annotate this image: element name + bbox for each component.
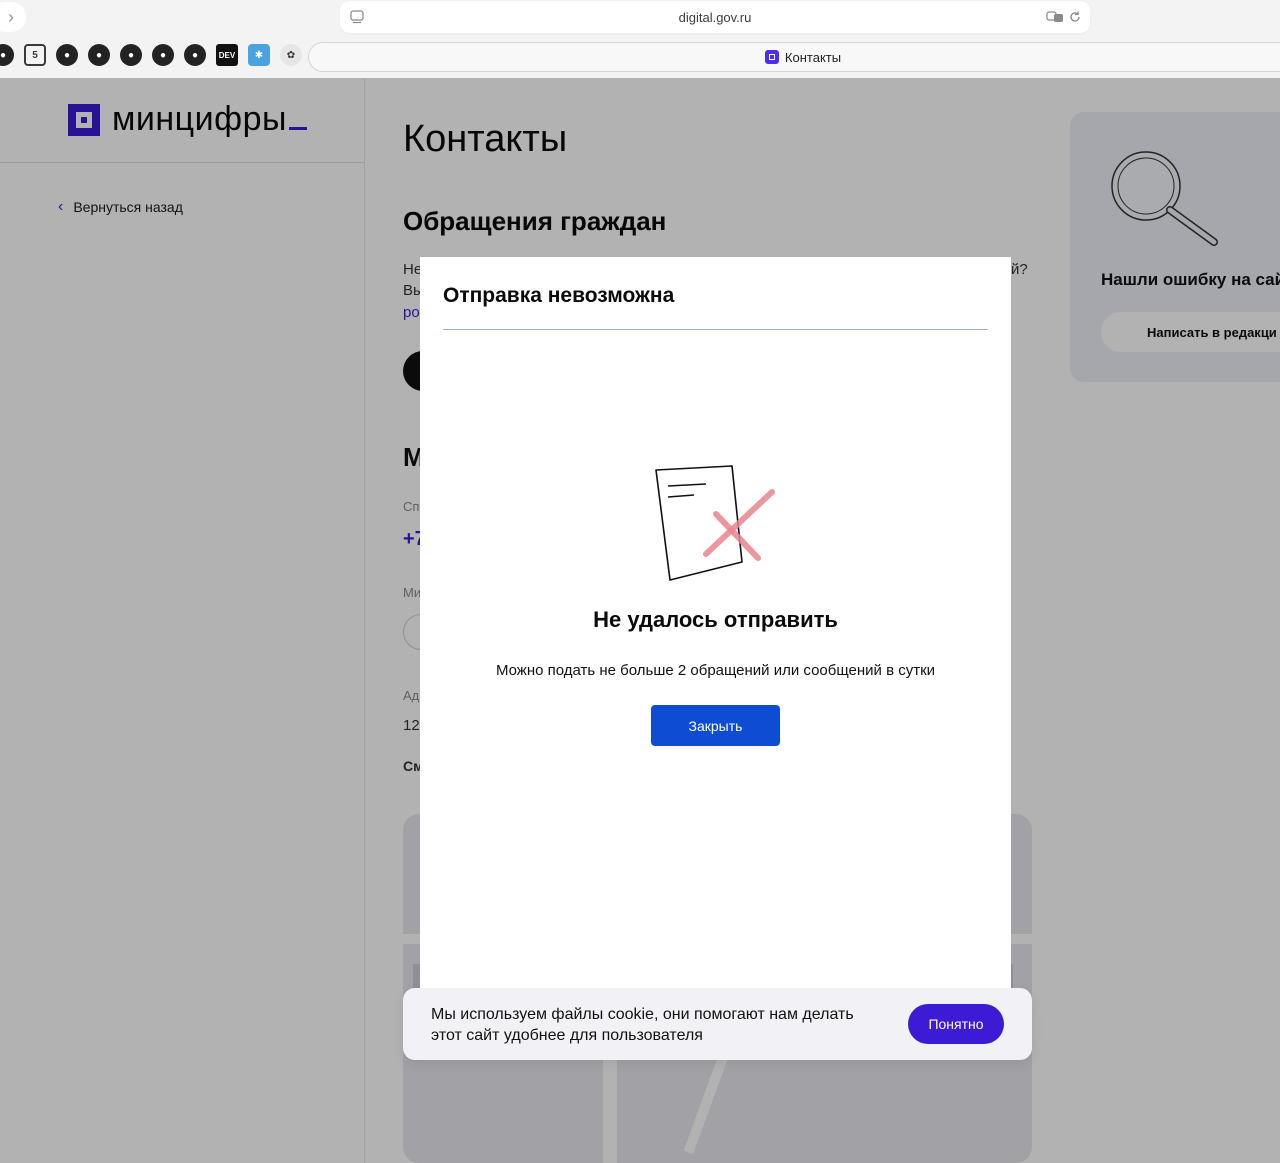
cookie-text: Мы используем файлы cookie, они помогают… [431, 1006, 854, 1044]
reload-icon[interactable] [1066, 8, 1084, 26]
chevron-right-icon: › [8, 6, 14, 27]
document-error-icon [655, 465, 775, 581]
cookie-accept-button[interactable]: Понятно [908, 1004, 1004, 1044]
tab-title: Контакты [784, 49, 842, 65]
github-bookmark-icon[interactable]: ● [152, 44, 174, 66]
cookie-banner: Мы используем файлы cookie, они помогают… [403, 988, 1032, 1060]
reader-icon[interactable] [348, 8, 366, 26]
app-bookmark-icon[interactable]: ✱ [248, 44, 270, 66]
github-bookmark-icon[interactable]: ● [0, 44, 14, 66]
bookmarks-bar: ● 5 ● ● ● ● ● DEV ✱ ✿ [0, 44, 302, 66]
github-bookmark-icon[interactable]: ● [184, 44, 206, 66]
square-bookmark-icon[interactable]: 5 [24, 44, 46, 66]
active-tab[interactable]: Контакты [308, 42, 1280, 72]
github-bookmark-icon[interactable]: ● [120, 44, 142, 66]
dev-bookmark-icon[interactable]: DEV [216, 44, 238, 66]
modal-message: Можно подать не больше 2 обращений или с… [495, 662, 936, 679]
modal-title: Отправка невозможна [443, 284, 675, 307]
close-button[interactable]: Закрыть [651, 705, 780, 746]
browser-toolbar: › digital.gov.ru ● 5 ● ● ● ● ● DEV ✱ ✿ К… [0, 0, 1280, 78]
modal-heading: Не удалось отправить [593, 607, 838, 632]
browser-back-button[interactable]: › [0, 2, 26, 32]
owl-bookmark-icon[interactable]: ✿ [280, 44, 302, 66]
translate-icon[interactable] [1046, 8, 1064, 26]
site-favicon-icon [764, 50, 779, 64]
github-bookmark-icon[interactable]: ● [56, 44, 78, 66]
url-text: digital.gov.ru [678, 9, 752, 25]
error-modal: Отправка невозможна Не удалось отправить… [420, 257, 1011, 988]
modal-divider [443, 329, 988, 330]
github-bookmark-icon[interactable]: ● [88, 44, 110, 66]
address-bar[interactable]: digital.gov.ru [340, 1, 1090, 33]
